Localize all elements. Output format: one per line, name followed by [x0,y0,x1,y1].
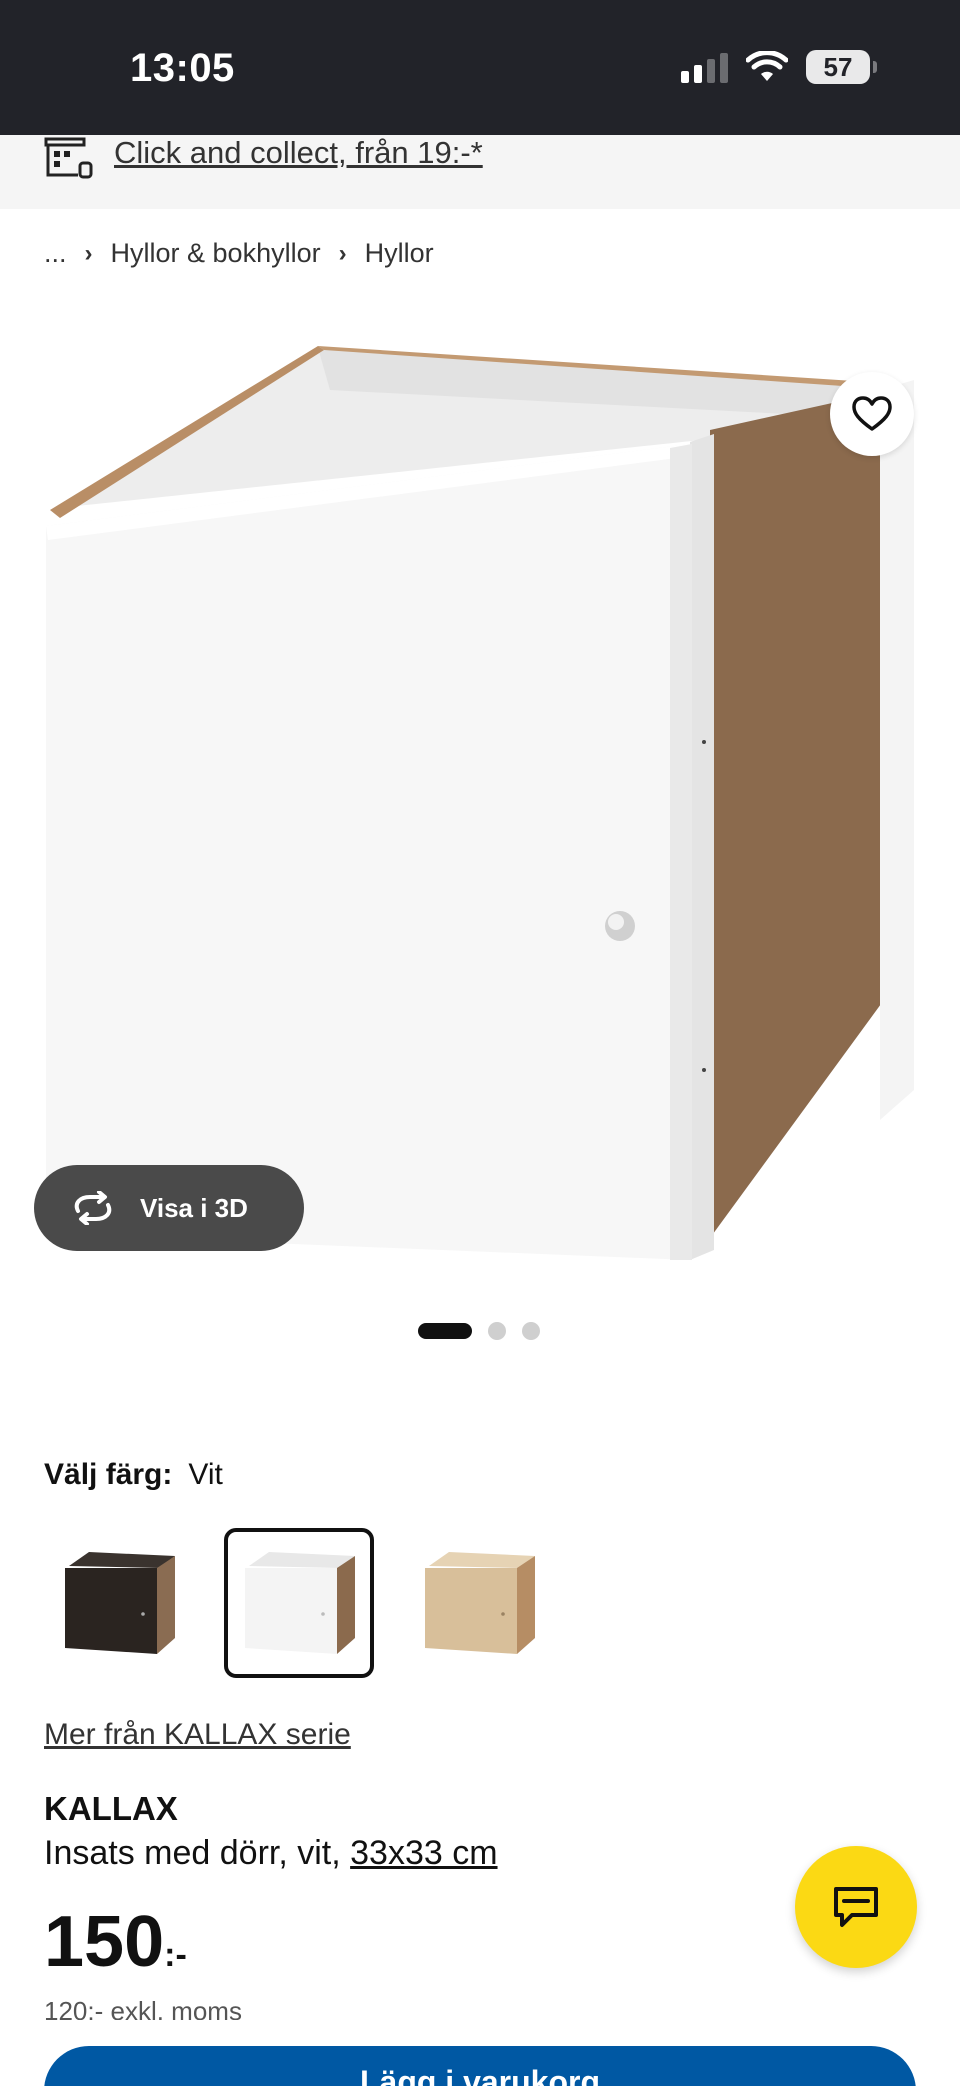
click-and-collect-link[interactable]: Click and collect, från 19:-* [114,135,483,171]
carousel-dot[interactable] [522,1322,540,1340]
price-suffix: :- [164,1936,187,1974]
chevron-right-icon: › [84,239,93,267]
color-label-title: Välj färg: [44,1458,173,1491]
chat-icon [834,1887,878,1927]
chevron-right-icon: › [338,239,347,267]
price-excl-vat: 120:- exkl. moms [44,2000,242,2020]
chat-button[interactable] [795,1846,917,1968]
selected-color-value: Vit [188,1458,223,1491]
status-bar: 13:05 57 [0,0,960,135]
wifi-icon [746,51,788,81]
store-icon [44,137,93,179]
color-swatch-black-brown[interactable] [44,1528,194,1678]
breadcrumb-item-shelves-bookcases[interactable]: Hyllor & bokhyllor [111,238,321,269]
carousel-dot[interactable] [488,1322,506,1340]
breadcrumb-ellipsis[interactable]: ... [44,238,67,269]
status-time: 13:05 [130,46,235,90]
color-swatch-white[interactable] [224,1528,374,1678]
add-to-cart-button[interactable]: Lägg i varukorg [44,2046,916,2086]
rotate-3d-icon [74,1191,112,1225]
breadcrumb-item-shelves[interactable]: Hyllor [365,238,434,269]
breadcrumb: ... › Hyllor & bokhyllor › Hyllor [44,238,434,269]
carousel-dot-active[interactable] [418,1323,472,1339]
product-image[interactable] [30,330,930,1280]
color-swatch-oak-effect[interactable] [404,1528,554,1678]
swatch-image [425,1552,535,1654]
favorite-button[interactable] [830,372,914,456]
product-size-link[interactable]: 33x33 cm [350,1834,497,1872]
product-description: Insats med dörr, vit, 33x33 cm [44,1834,498,1873]
swatch-image [245,1552,355,1654]
heart-icon [852,396,892,431]
price: 150:- [44,1906,187,1978]
product-name: KALLAX [44,1790,178,1827]
view-in-3d-button[interactable]: Visa i 3D [34,1165,304,1251]
price-excl-vat-text: 120:- exkl. moms [44,2000,242,2020]
image-carousel-dots [418,1322,540,1340]
series-link[interactable]: Mer från KALLAX serie [44,1718,351,1752]
product-description-text: Insats med dörr, vit, [44,1834,351,1872]
price-value: 150 [44,1902,165,1982]
swatch-image [65,1552,175,1654]
signal-icon [681,51,728,83]
view-in-3d-label: Visa i 3D [140,1192,248,1223]
battery-icon: 57 [806,50,877,84]
status-icons: 57 [681,50,877,84]
color-swatches [44,1528,554,1678]
click-and-collect-bar[interactable]: Click and collect, från 19:-* [0,135,960,209]
color-label: Välj färg: Vit [44,1458,223,1492]
